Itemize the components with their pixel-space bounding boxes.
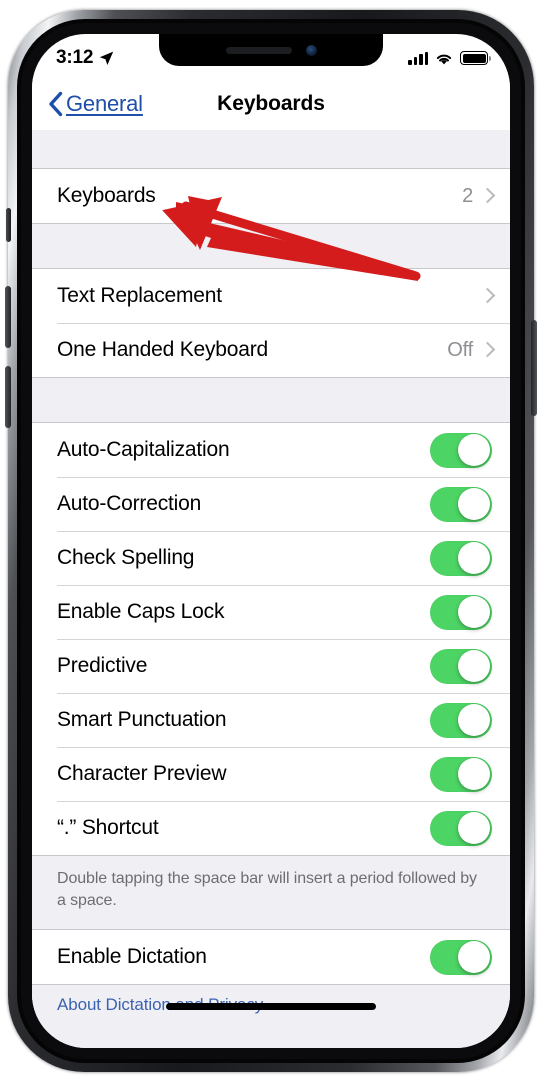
- row-character-preview[interactable]: Character Preview: [32, 747, 510, 801]
- row-smart-punctuation[interactable]: Smart Punctuation: [32, 693, 510, 747]
- row-value: Off: [447, 338, 473, 361]
- row-value: 2: [462, 184, 473, 207]
- silent-switch-button[interactable]: [6, 208, 11, 242]
- row-label: Smart Punctuation: [57, 708, 227, 731]
- section-gap: [32, 224, 510, 268]
- settings-group-text: Text Replacement One Handed Keyboard Off: [32, 268, 510, 378]
- chevron-right-icon: [482, 188, 492, 205]
- row-label: Enable Caps Lock: [57, 600, 225, 623]
- toggle-enable-dictation[interactable]: [430, 939, 492, 975]
- row-label: Auto-Correction: [57, 492, 202, 515]
- row-period-shortcut[interactable]: “.” Shortcut: [32, 801, 510, 855]
- row-label: Character Preview: [57, 762, 227, 785]
- location-arrow-icon: [100, 51, 114, 65]
- wifi-icon: [436, 54, 452, 64]
- notch: [159, 34, 383, 66]
- row-keyboards[interactable]: Keyboards 2: [32, 169, 510, 223]
- earpiece-speaker-icon: [225, 46, 292, 54]
- row-accessory: Off: [447, 339, 492, 362]
- chevron-left-icon: [49, 91, 63, 117]
- section-gap: [32, 130, 510, 168]
- row-label: Check Spelling: [57, 546, 195, 569]
- battery-full-icon: [460, 51, 491, 65]
- row-predictive[interactable]: Predictive: [32, 639, 510, 693]
- volume-down-button[interactable]: [5, 366, 11, 428]
- status-bar-time: 3:12: [56, 47, 94, 68]
- row-accessory: 2: [462, 185, 492, 208]
- toggle-auto-correction[interactable]: [430, 486, 492, 522]
- row-enable-caps-lock[interactable]: Enable Caps Lock: [32, 585, 510, 639]
- toggle-character-preview[interactable]: [430, 756, 492, 792]
- back-button[interactable]: General: [32, 91, 143, 117]
- row-label: “.” Shortcut: [57, 816, 159, 839]
- volume-up-button[interactable]: [5, 286, 11, 348]
- row-label: Auto-Capitalization: [57, 438, 230, 461]
- navigation-bar: General Keyboards: [32, 78, 510, 130]
- row-auto-correction[interactable]: Auto-Correction: [32, 477, 510, 531]
- settings-group-typing-options: Auto-Capitalization Auto-Correction Chec…: [32, 422, 510, 856]
- row-enable-dictation[interactable]: Enable Dictation: [32, 930, 510, 985]
- row-text-replacement[interactable]: Text Replacement: [32, 269, 510, 323]
- section-footer-note: Double tapping the space bar will insert…: [32, 856, 510, 930]
- home-indicator[interactable]: [166, 1003, 376, 1010]
- front-camera-icon: [305, 44, 317, 56]
- toggle-smart-punctuation[interactable]: [430, 702, 492, 738]
- toggle-auto-capitalization[interactable]: [430, 432, 492, 468]
- status-bar-right: [408, 47, 491, 66]
- toggle-check-spelling[interactable]: [430, 540, 492, 576]
- power-button[interactable]: [531, 320, 537, 416]
- status-bar-left: 3:12: [56, 43, 115, 69]
- cellular-signal-icon: [408, 51, 428, 65]
- row-one-handed-keyboard[interactable]: One Handed Keyboard Off: [32, 323, 510, 377]
- settings-group-dictation: Enable Dictation: [32, 929, 510, 986]
- row-label: Keyboards: [57, 184, 156, 207]
- back-button-label: General: [66, 91, 143, 116]
- device-stage: 3:12 General Keyboards Keyboards 2 Text …: [0, 0, 542, 1080]
- row-label: One Handed Keyboard: [57, 338, 269, 361]
- row-auto-capitalization[interactable]: Auto-Capitalization: [32, 423, 510, 477]
- row-accessory: [473, 288, 492, 305]
- row-label: Predictive: [57, 654, 148, 677]
- settings-list[interactable]: Keyboards 2 Text Replacement One Handed …: [32, 130, 510, 1048]
- row-label: Text Replacement: [57, 284, 222, 307]
- settings-group-keyboards: Keyboards 2: [32, 168, 510, 224]
- toggle-enable-caps-lock[interactable]: [430, 594, 492, 630]
- chevron-right-icon: [482, 342, 492, 359]
- row-label: Enable Dictation: [57, 945, 207, 969]
- row-check-spelling[interactable]: Check Spelling: [32, 531, 510, 585]
- toggle-predictive[interactable]: [430, 648, 492, 684]
- chevron-right-icon: [482, 288, 492, 305]
- section-gap: [32, 378, 510, 422]
- phone-screen: 3:12 General Keyboards Keyboards 2 Text …: [32, 34, 510, 1048]
- toggle-period-shortcut[interactable]: [430, 810, 492, 846]
